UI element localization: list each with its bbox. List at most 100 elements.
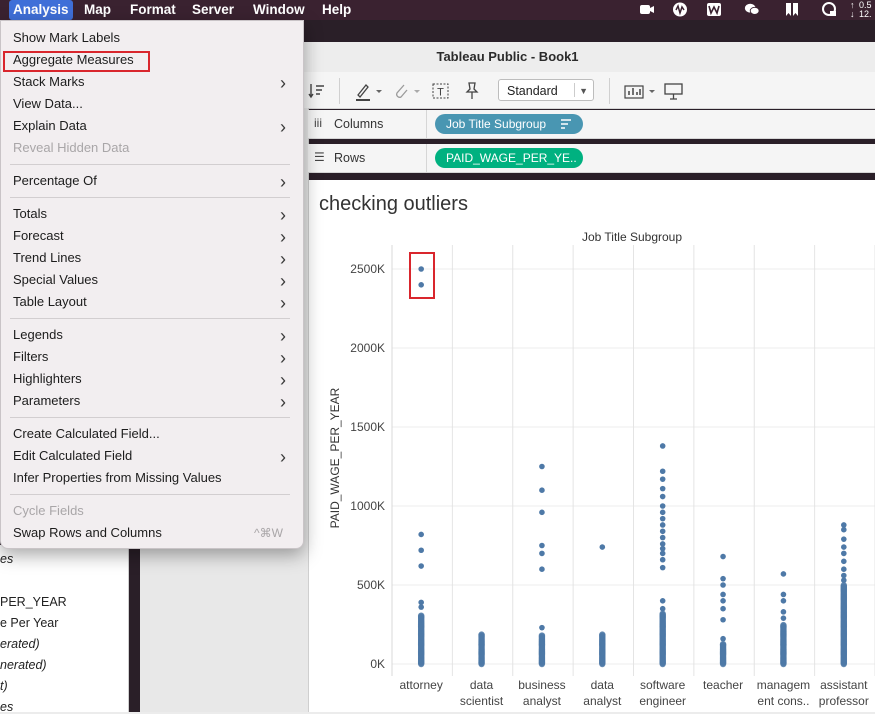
- network-down-value: 12.: [859, 9, 872, 19]
- y-tick-label: 1000K: [350, 499, 385, 513]
- menu-item-swap-rows-and-columns[interactable]: Swap Rows and Columns: [13, 525, 162, 540]
- data-point: [659, 493, 666, 500]
- paid-wage-pill[interactable]: PAID_WAGE_PER_YE..: [435, 148, 583, 168]
- menu-item-totals[interactable]: Totals: [13, 206, 47, 221]
- wps-icon[interactable]: [706, 2, 722, 17]
- data-point: [539, 509, 545, 516]
- data-pane-item[interactable]: PER_YEAR: [0, 595, 67, 609]
- y-axis-title: PAID_WAGE_PER_YEAR: [328, 387, 342, 528]
- menu-item-filters[interactable]: Filters: [13, 349, 48, 364]
- menu-item-legends[interactable]: Legends: [13, 327, 63, 342]
- paperclip-icon[interactable]: [392, 81, 422, 101]
- data-point: [418, 547, 424, 554]
- submenu-chevron-icon: ›: [280, 447, 286, 467]
- data-point: [780, 615, 787, 621]
- data-point: [841, 577, 847, 584]
- sort-icon[interactable]: [559, 118, 573, 130]
- rows-shelf[interactable]: ☰ Rows PAID_WAGE_PER_YE..: [308, 144, 875, 173]
- y-tick-label: 2500K: [350, 262, 385, 276]
- data-point: [659, 503, 666, 509]
- text-box-icon[interactable]: T: [431, 81, 451, 101]
- toolbar-separator: [609, 78, 610, 104]
- y-tick-label: 500K: [357, 578, 385, 592]
- menubar-help[interactable]: Help: [322, 0, 351, 20]
- fit-dropdown[interactable]: Standard ▼: [498, 79, 594, 101]
- menu-item-table-layout[interactable]: Table Layout: [13, 294, 87, 309]
- paid-wage-pill-label: PAID_WAGE_PER_YE..: [446, 151, 577, 165]
- show-me-icon[interactable]: [622, 81, 656, 101]
- menubar-map[interactable]: Map: [84, 0, 111, 20]
- columns-shelf[interactable]: iii Columns Job Title Subgroup: [308, 110, 875, 139]
- data-pane: es PER_YEAR e Per Year erated) nerated) …: [0, 545, 129, 714]
- column-header-title: Job Title Subgroup: [581, 230, 683, 244]
- menu-item-special-values[interactable]: Special Values: [13, 272, 98, 287]
- submenu-chevron-icon: ›: [280, 172, 286, 192]
- data-pane-item[interactable]: es: [0, 552, 13, 566]
- svg-text:T: T: [437, 87, 444, 99]
- data-point: [659, 528, 666, 535]
- menu-item-parameters[interactable]: Parameters: [13, 393, 80, 408]
- menu-item-trend-lines[interactable]: Trend Lines: [13, 250, 81, 265]
- rows-label: Rows: [334, 151, 366, 165]
- data-point: [659, 564, 666, 571]
- wechat-icon[interactable]: [744, 2, 760, 17]
- menu-item-forecast[interactable]: Forecast: [13, 228, 64, 243]
- rows-icon: ☰: [314, 150, 325, 164]
- menu-separator: [10, 318, 290, 319]
- menubar-server[interactable]: Server: [192, 0, 234, 20]
- data-point: [720, 582, 726, 588]
- sort-descending-icon[interactable]: [308, 81, 326, 101]
- highlight-pen-icon[interactable]: [354, 81, 384, 101]
- audio-icon[interactable]: [672, 2, 688, 17]
- menu-item-view-data[interactable]: View Data...: [13, 96, 83, 111]
- menu-item-show-mark-labels[interactable]: Show Mark Labels: [13, 30, 120, 45]
- data-pane-item[interactable]: nerated): [0, 658, 47, 672]
- data-point: [720, 598, 726, 604]
- submenu-chevron-icon: ›: [280, 348, 286, 368]
- menu-item-stack-marks[interactable]: Stack Marks: [13, 74, 85, 89]
- shelf-divider: [426, 144, 427, 172]
- data-point: [478, 631, 485, 638]
- submenu-chevron-icon: ›: [280, 271, 286, 291]
- x-tick-label: engineer: [639, 694, 686, 708]
- data-pane-item[interactable]: erated): [0, 637, 40, 651]
- data-point: [599, 631, 606, 638]
- presentation-mode-icon[interactable]: [663, 81, 685, 101]
- data-point: [417, 612, 425, 619]
- data-pane-item[interactable]: e Per Year: [0, 616, 58, 630]
- data-point: [659, 476, 666, 482]
- data-point: [780, 571, 787, 577]
- menubar-window[interactable]: Window: [253, 0, 305, 20]
- data-point: [841, 526, 847, 533]
- x-tick-label: attorney: [400, 678, 443, 692]
- menubar-format[interactable]: Format: [130, 0, 176, 20]
- data-point: [418, 563, 424, 569]
- data-point: [659, 468, 666, 475]
- menubar-analysis[interactable]: Analysis: [9, 0, 73, 20]
- data-point: [539, 624, 545, 631]
- x-tick-label: managem: [757, 678, 810, 692]
- x-tick-label: ent cons..: [757, 694, 809, 708]
- menu-item-highlighters[interactable]: Highlighters: [13, 371, 82, 386]
- data-point: [720, 635, 726, 642]
- job-title-subgroup-pill[interactable]: Job Title Subgroup: [435, 114, 583, 134]
- facetime-icon[interactable]: [639, 2, 655, 17]
- menu-item-edit-calculated-field[interactable]: Edit Calculated Field: [13, 448, 132, 463]
- submenu-chevron-icon: ›: [280, 392, 286, 412]
- data-point: [720, 575, 726, 582]
- vpn-icon[interactable]: [821, 2, 837, 17]
- toolbar-separator: [339, 78, 340, 104]
- highlight-box-outliers: [409, 252, 435, 299]
- data-point: [659, 443, 666, 449]
- menu-item-create-calculated-field[interactable]: Create Calculated Field...: [13, 426, 160, 441]
- menu-item-percentage-of[interactable]: Percentage Of: [13, 173, 97, 188]
- menu-item-explain-data[interactable]: Explain Data: [13, 118, 87, 133]
- data-point: [841, 566, 847, 572]
- menu-item-infer-properties-from-missing-values[interactable]: Infer Properties from Missing Values: [13, 470, 222, 485]
- data-pane-item[interactable]: t): [0, 679, 8, 693]
- y-tick-label: 1500K: [350, 420, 385, 434]
- menu-separator: [10, 197, 290, 198]
- bookmark-icon[interactable]: [784, 2, 800, 17]
- pin-icon[interactable]: [462, 81, 482, 101]
- columns-label: Columns: [334, 117, 384, 131]
